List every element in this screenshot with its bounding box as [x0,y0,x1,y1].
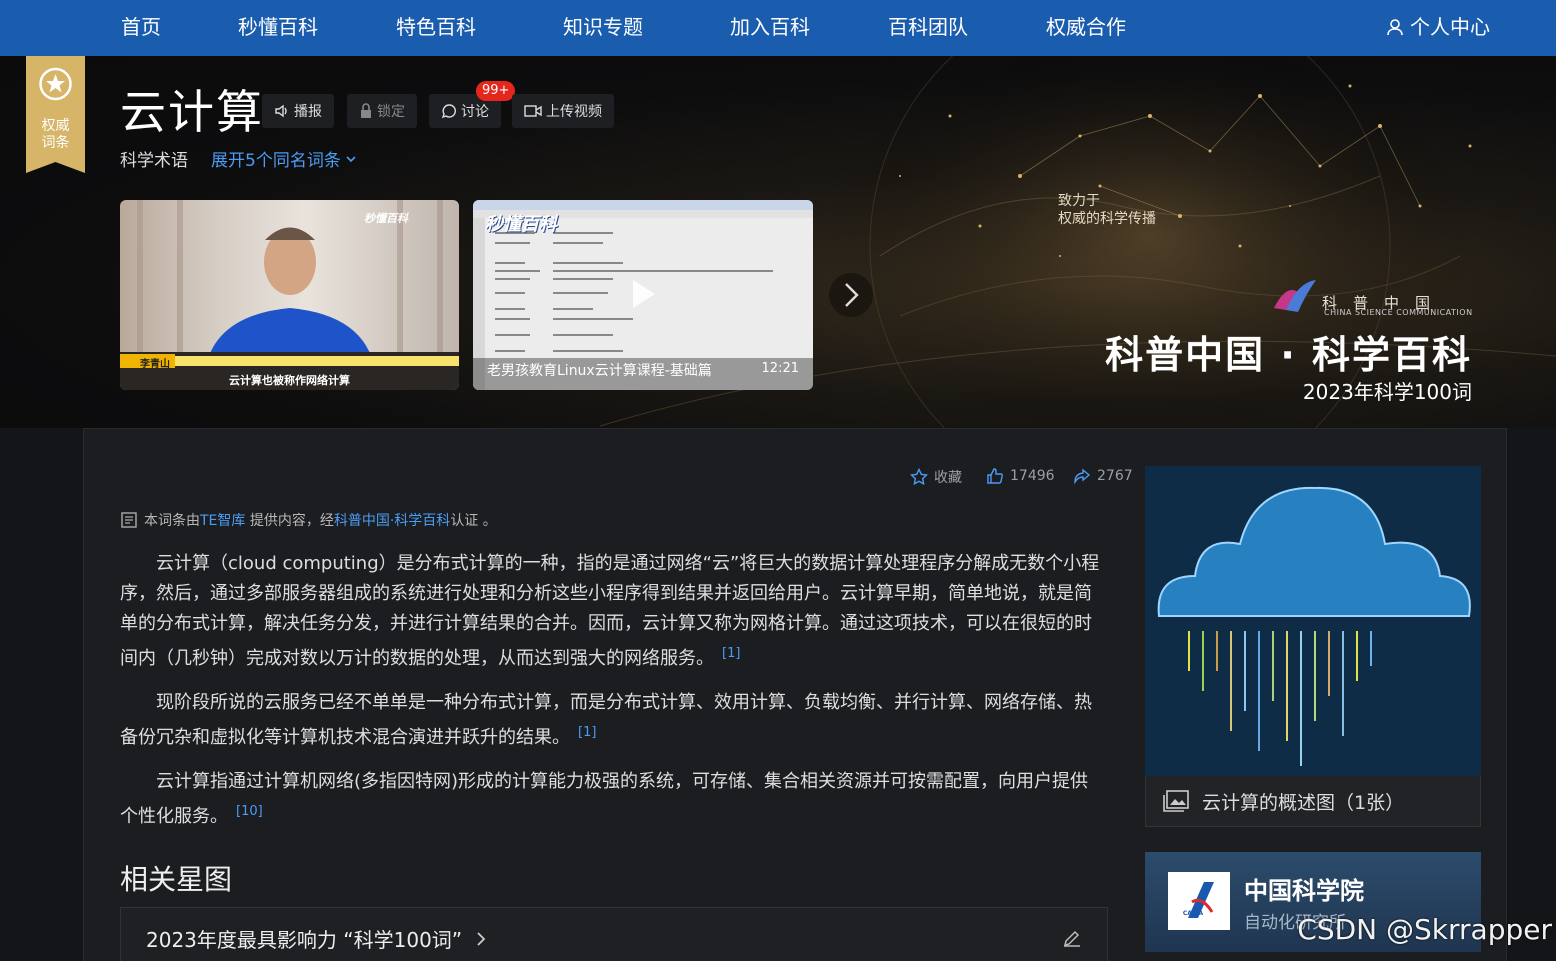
like-button[interactable]: 17496 [986,467,1055,485]
share-button[interactable]: 2767 [1073,467,1133,485]
speaker-person-illustration [120,200,459,390]
chevron-down-icon [346,155,356,162]
video-1-person: 李青山 [140,359,170,370]
related-section-title: 相关星图 [120,863,233,896]
discuss-label: 讨论 [461,104,489,120]
expand-label: 展开5个同名词条 [211,151,341,171]
source-post: 认证 。 [450,513,497,529]
video-1-brand: 秒懂百科 [364,212,408,225]
paragraph-3-text: 云计算指通过计算机网络(多指因特网)形成的计算能力极强的系统，可存储、集合相关资… [120,771,1089,827]
video-thumbnail-1[interactable]: 秒懂百科 李青山 云计算也被称作网络计算 [120,200,459,390]
collect-label: 收藏 [934,470,962,486]
upload-video-label: 上传视频 [546,104,602,120]
kepu-china-name-en: CHINA SCIENCE COMMUNICATION [1324,308,1473,317]
authority-badge-icon [26,56,85,173]
slogan-line-2: 权威的科学传播 [1058,211,1156,227]
nav-cooperation[interactable]: 权威合作 [1046,14,1126,40]
expand-homonyms-link[interactable]: 展开5个同名词条 [211,146,357,171]
paragraph-2-text: 现阶段所说的云服务已经不单单是一种分布式计算，而是分布式计算、效用计算、负载均衡… [120,692,1092,748]
user-center-label: 个人中心 [1410,15,1490,39]
badge-line-1: 权威 [41,118,70,134]
nav-join[interactable]: 加入百科 [730,14,810,40]
paragraph-3-ref[interactable]: [10] [236,804,263,819]
overview-caption-text: 云计算的概述图（1张） [1202,791,1405,814]
upload-video-button[interactable]: 上传视频 [512,94,614,128]
chat-bubble-icon [441,104,456,119]
play-audio-button[interactable]: 播报 [262,94,334,128]
paragraph-3: 云计算指通过计算机网络(多指因特网)形成的计算能力极强的系统，可存储、集合相关资… [120,767,1106,832]
nav-home[interactable]: 首页 [121,14,161,40]
paragraph-1: 云计算（cloud computing）是分布式计算的一种，指的是通过网络“云”… [120,549,1106,674]
overview-image[interactable] [1145,466,1481,776]
carousel-next-icon[interactable] [828,272,874,318]
nav-miaodong[interactable]: 秒懂百科 [238,14,318,40]
chevron-right-icon [477,931,486,946]
paragraph-2-ref[interactable]: [1] [578,725,596,740]
thumbs-up-icon [987,468,1003,484]
gallery-icon [1163,790,1189,812]
related-card-title: 2023年度最具影响力 “科学100词” [146,928,463,952]
source-provider-link[interactable]: TE智库 [200,513,245,529]
video-2-brand: 秒懂百科 [485,214,557,235]
source-statement: 本词条由TE智库 提供内容，经科普中国·科学百科认证 。 [120,510,497,530]
document-icon [121,512,137,528]
source-pre: 本词条由 [144,513,200,529]
authority-badge-label: 权威 词条 [26,118,85,152]
badge-line-2: 词条 [41,135,70,151]
discuss-count-badge: 99+ [476,81,516,101]
speaker-icon [275,104,287,118]
play-label: 播报 [294,104,322,120]
entry-category: 科学术语 [120,151,188,171]
paragraph-2: 现阶段所说的云服务已经不单单是一种分布式计算，而是分布式计算、效用计算、负载均衡… [120,688,1106,753]
kepu-china-logo-icon [1274,280,1316,312]
like-count: 17496 [1010,468,1055,484]
nav-topics[interactable]: 知识专题 [563,14,643,40]
banner-subtitle: 2023年科学100词 [1302,380,1472,404]
casia-logo-icon: CASIA [1168,872,1230,930]
csdn-watermark: CSDN @Skrrapper [1297,913,1552,946]
lock-button[interactable]: 锁定 [347,94,417,128]
nav-team[interactable]: 百科团队 [888,14,968,40]
paragraph-1-text: 云计算（cloud computing）是分布式计算的一种，指的是通过网络“云”… [120,553,1100,669]
source-mid: 提供内容，经 [245,513,334,529]
casia-logo-text: CASIA [1182,910,1204,917]
slogan-line-1: 致力于 [1058,193,1100,209]
org-name: 中国科学院 [1244,877,1364,905]
nav-special[interactable]: 特色百科 [396,14,476,40]
lock-icon [361,103,371,118]
user-icon [1387,19,1403,36]
share-icon [1074,468,1091,485]
share-count: 2767 [1097,468,1133,484]
video-thumbnail-2[interactable]: 秒懂百科 老男孩教育Linux云计算课程-基础篇 12:21 [473,200,813,390]
paragraph-1-ref[interactable]: [1] [722,646,740,661]
video-2-caption: 老男孩教育Linux云计算课程-基础篇 [487,363,712,379]
collect-button[interactable]: 收藏 [910,467,962,487]
banner-title: 科普中国 · 科学百科 [1105,333,1472,377]
video-2-duration: 12:21 [761,361,799,376]
video-camera-icon [524,105,542,117]
casia-mark [1188,882,1214,918]
source-certifier-link[interactable]: 科普中国·科学百科 [334,513,450,529]
entry-title: 云计算 [120,85,264,139]
overview-image-caption[interactable]: 云计算的概述图（1张） [1145,776,1481,827]
banner-slogan: 致力于 权威的科学传播 [1058,192,1156,228]
related-card-title-link[interactable]: 2023年度最具影响力 “科学100词” [146,924,486,953]
lock-label: 锁定 [377,104,405,120]
cloud-binary-illustration [1145,466,1481,776]
entry-hero: 权威 词条 云计算 播报 锁定 讨论 99+ 上传视频 科学术语 展开5个同名词… [0,56,1556,428]
star-icon [910,468,928,486]
video-1-caption: 云计算也被称作网络计算 [229,374,350,387]
top-nav: 首页 秒懂百科 特色百科 知识专题 加入百科 百科团队 权威合作 个人中心 [0,0,1556,56]
user-center-link[interactable]: 个人中心 [1386,14,1490,40]
edit-pencil-icon[interactable] [1062,928,1082,948]
